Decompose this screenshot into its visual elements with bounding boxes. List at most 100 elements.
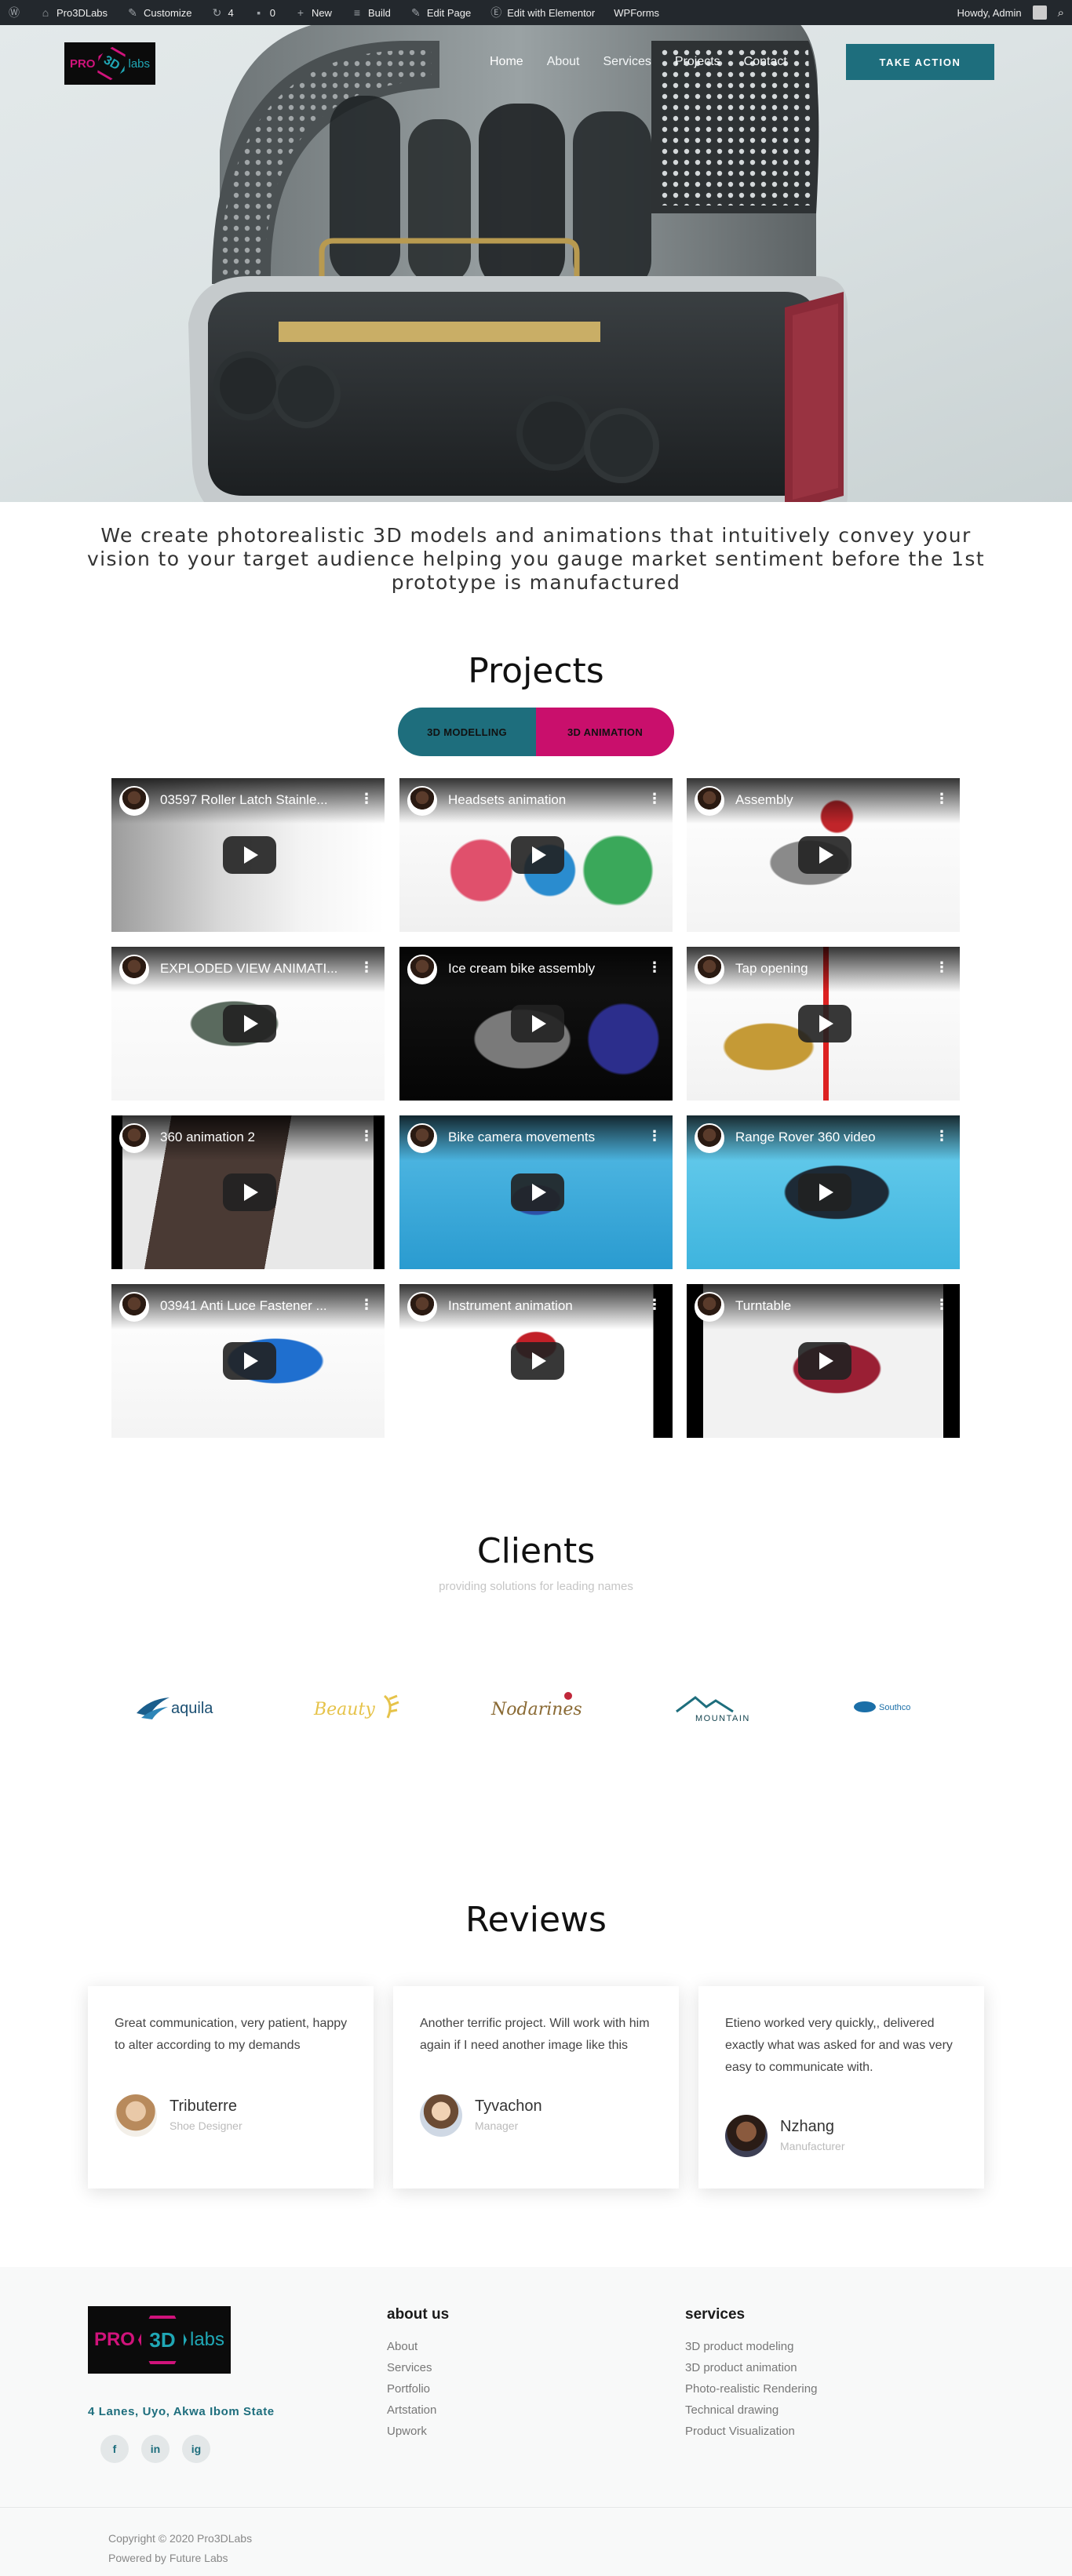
video-embed[interactable]: Range Rover 360 video ⋮ (687, 1115, 960, 1269)
facebook-icon[interactable]: f (100, 2435, 129, 2463)
video-title[interactable]: Turntable (735, 1298, 928, 1314)
video-embed[interactable]: 360 animation 2 ⋮ (111, 1115, 385, 1269)
video-embed[interactable]: 03597 Roller Latch Stainle... ⋮ (111, 778, 385, 932)
more-options-icon[interactable]: ⋮ (935, 791, 949, 806)
more-options-icon[interactable]: ⋮ (647, 791, 662, 806)
admin-comments[interactable]: ▪ 0 (253, 6, 275, 19)
video-title[interactable]: 360 animation 2 (160, 1130, 353, 1145)
channel-avatar[interactable] (119, 1123, 149, 1153)
client-logo-beauty: Beauty (306, 1685, 408, 1729)
video-title[interactable]: 03941 Anti Luce Fastener ... (160, 1298, 353, 1314)
video-embed[interactable]: Instrument animation ⋮ (399, 1284, 673, 1438)
channel-avatar[interactable] (407, 1123, 437, 1153)
video-title[interactable]: Range Rover 360 video (735, 1130, 928, 1145)
video-embed[interactable]: Assembly ⋮ (687, 778, 960, 932)
admin-new[interactable]: + New (294, 6, 332, 19)
video-title[interactable]: Headsets animation (448, 792, 641, 808)
channel-avatar[interactable] (119, 786, 149, 816)
play-button[interactable] (798, 1173, 851, 1211)
channel-avatar[interactable] (695, 1292, 724, 1322)
more-options-icon[interactable]: ⋮ (359, 791, 374, 806)
tab-3d-animation[interactable]: 3D ANIMATION (536, 708, 674, 756)
admin-customize[interactable]: ✎ Customize (126, 6, 191, 19)
channel-avatar[interactable] (407, 1292, 437, 1322)
more-options-icon[interactable]: ⋮ (359, 1297, 374, 1312)
channel-avatar[interactable] (695, 786, 724, 816)
nav-services[interactable]: Services (603, 55, 651, 69)
footer-service-item[interactable]: 3D product modeling (685, 2336, 817, 2357)
channel-avatar[interactable] (407, 955, 437, 984)
footer-service-item[interactable]: Product Visualization (685, 2421, 817, 2442)
site-logo[interactable]: PRO 3D labs (64, 42, 155, 85)
nav-contact[interactable]: Contact (744, 55, 787, 69)
channel-avatar[interactable] (695, 1123, 724, 1153)
play-button[interactable] (511, 836, 564, 874)
video-embed[interactable]: Bike camera movements ⋮ (399, 1115, 673, 1269)
video-title[interactable]: Instrument animation (448, 1298, 641, 1314)
admin-build[interactable]: ≡ Build (351, 6, 391, 19)
admin-avatar[interactable] (1032, 5, 1047, 20)
take-action-button[interactable]: TAKE ACTION (846, 44, 994, 80)
play-button[interactable] (798, 836, 851, 874)
nav-about[interactable]: About (547, 55, 580, 69)
admin-wpforms[interactable]: WPForms (614, 7, 659, 19)
footer-link-services[interactable]: Services (387, 2357, 436, 2378)
wordpress-logo-icon[interactable]: Ⓦ (8, 6, 20, 19)
play-button[interactable] (223, 836, 276, 874)
admin-site-name[interactable]: ⌂ Pro3DLabs (39, 6, 108, 19)
footer-service-item[interactable]: Photo-realistic Rendering (685, 2378, 817, 2400)
play-button[interactable] (223, 1005, 276, 1042)
video-title[interactable]: Ice cream bike assembly (448, 961, 641, 977)
admin-edit-elementor[interactable]: Ⓔ Edit with Elementor (490, 6, 595, 19)
video-title[interactable]: Tap opening (735, 961, 928, 977)
more-options-icon[interactable]: ⋮ (647, 960, 662, 974)
more-options-icon[interactable]: ⋮ (647, 1297, 662, 1312)
more-options-icon[interactable]: ⋮ (647, 1129, 662, 1143)
video-title[interactable]: Bike camera movements (448, 1130, 641, 1145)
footer-services-title: services (685, 2306, 746, 2323)
play-button[interactable] (223, 1342, 276, 1380)
footer-link-portfolio[interactable]: Portfolio (387, 2378, 436, 2400)
video-embed[interactable]: 03941 Anti Luce Fastener ... ⋮ (111, 1284, 385, 1438)
footer-link-artstation[interactable]: Artstation (387, 2400, 436, 2421)
copyright-text: Copyright © 2020 Pro3DLabs (108, 2532, 253, 2545)
more-options-icon[interactable]: ⋮ (359, 960, 374, 974)
footer-logo[interactable]: PRO 3D labs (88, 2306, 231, 2374)
channel-avatar[interactable] (119, 955, 149, 984)
channel-avatar[interactable] (407, 786, 437, 816)
admin-howdy[interactable]: Howdy, Admin (957, 7, 1021, 19)
admin-edit-page[interactable]: ✎ Edit Page (410, 6, 471, 19)
play-button[interactable] (511, 1342, 564, 1380)
play-button[interactable] (798, 1342, 851, 1380)
instagram-icon[interactable]: ig (182, 2435, 210, 2463)
video-title[interactable]: 03597 Roller Latch Stainle... (160, 792, 353, 808)
footer-link-about[interactable]: About (387, 2336, 436, 2357)
linkedin-icon[interactable]: in (141, 2435, 170, 2463)
nav-home[interactable]: Home (490, 55, 523, 69)
play-button[interactable] (798, 1005, 851, 1042)
footer-link-upwork[interactable]: Upwork (387, 2421, 436, 2442)
more-options-icon[interactable]: ⋮ (935, 1129, 949, 1143)
video-title[interactable]: EXPLODED VIEW ANIMATI... (160, 961, 353, 977)
video-embed[interactable]: Tap opening ⋮ (687, 947, 960, 1101)
video-embed[interactable]: EXPLODED VIEW ANIMATI... ⋮ (111, 947, 385, 1101)
footer-service-item[interactable]: 3D product animation (685, 2357, 817, 2378)
admin-updates[interactable]: ↻ 4 (210, 6, 234, 19)
more-options-icon[interactable]: ⋮ (359, 1129, 374, 1143)
nav-projects[interactable]: Projects (675, 55, 720, 69)
more-options-icon[interactable]: ⋮ (935, 960, 949, 974)
channel-avatar[interactable] (119, 1292, 149, 1322)
video-embed[interactable]: Ice cream bike assembly ⋮ (399, 947, 673, 1101)
more-options-icon[interactable]: ⋮ (935, 1297, 949, 1312)
play-button[interactable] (511, 1173, 564, 1211)
channel-avatar[interactable] (695, 955, 724, 984)
mountain-icon (676, 1696, 734, 1713)
play-button[interactable] (511, 1005, 564, 1042)
video-embed[interactable]: Turntable ⋮ (687, 1284, 960, 1438)
video-title[interactable]: Assembly (735, 792, 928, 808)
play-button[interactable] (223, 1173, 276, 1211)
video-embed[interactable]: Headsets animation ⋮ (399, 778, 673, 932)
admin-search-icon[interactable]: ⌕ (1058, 6, 1064, 20)
tab-3d-modelling[interactable]: 3D MODELLING (398, 708, 536, 756)
footer-service-item[interactable]: Technical drawing (685, 2400, 817, 2421)
